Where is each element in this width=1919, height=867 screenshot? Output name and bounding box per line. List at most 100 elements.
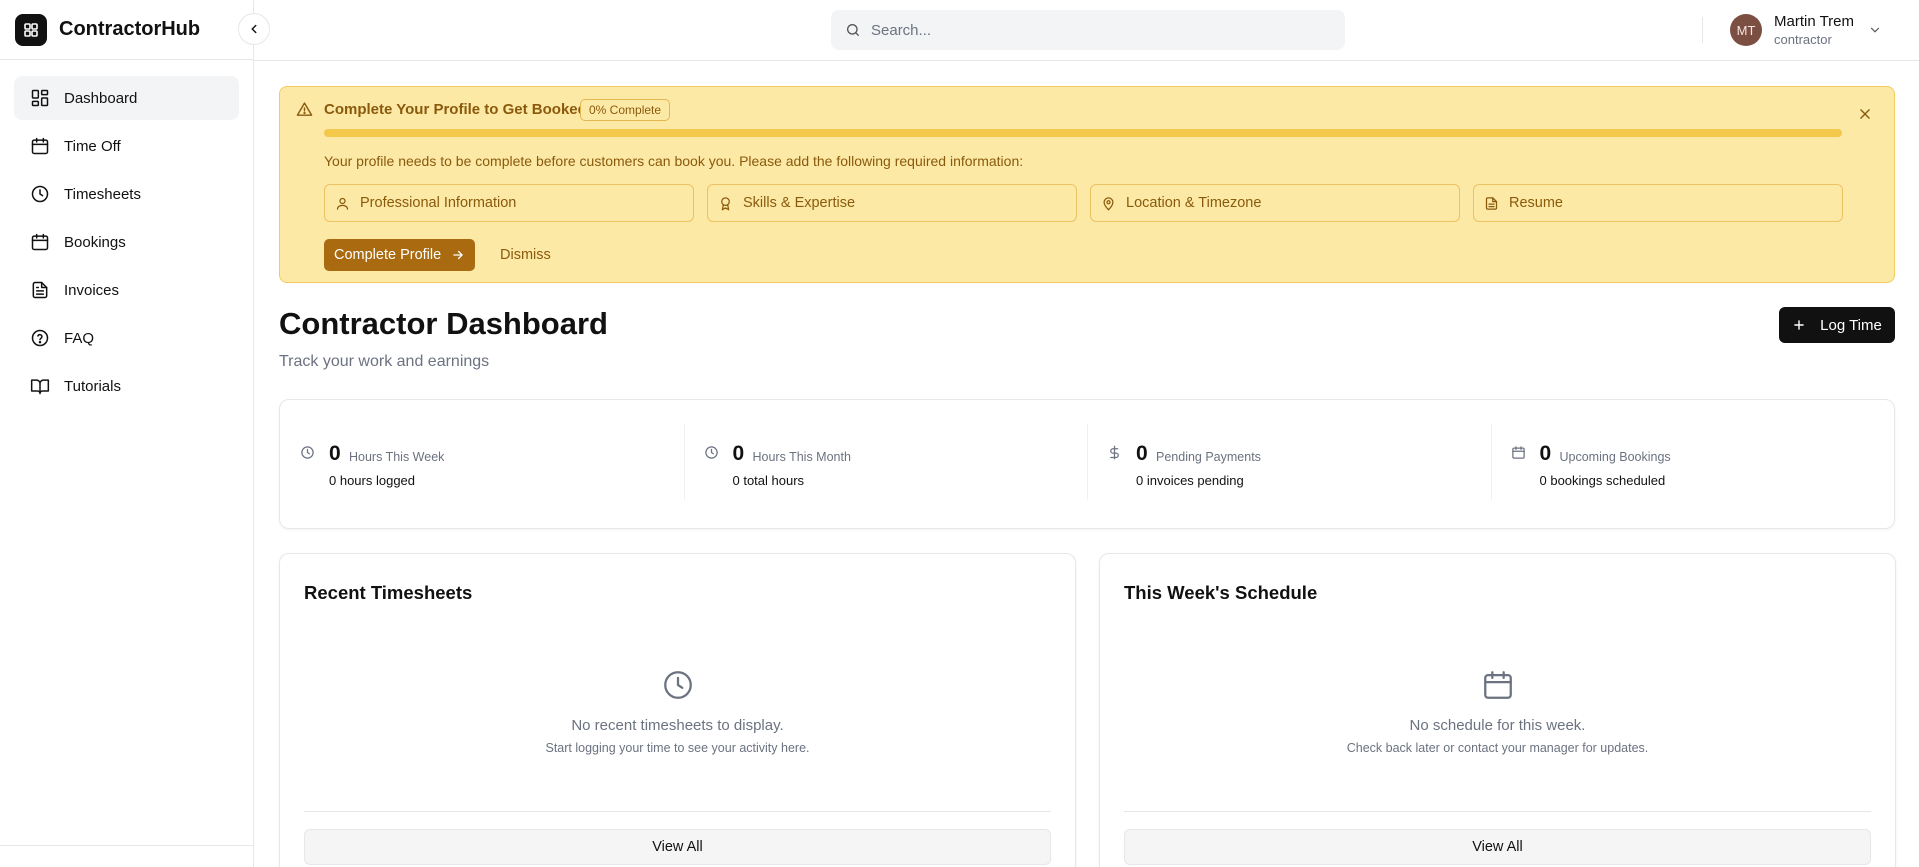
sidebar-item-label: Tutorials: [64, 377, 121, 395]
stat-label: Upcoming Bookings: [1559, 450, 1671, 464]
calendar-icon: [31, 137, 49, 155]
banner-title: Complete Your Profile to Get Booked: [324, 101, 587, 118]
user-menu[interactable]: MT Martin Trem contractor: [1730, 13, 1882, 47]
plus-icon: [1794, 320, 1804, 330]
sidebar-item-dashboard[interactable]: Dashboard: [14, 76, 239, 120]
completion-badge: 0% Complete: [580, 99, 671, 121]
stat-hours-month: 0 Hours This Month 0 total hours: [683, 400, 1088, 528]
stat-value: 0: [1539, 442, 1552, 465]
requirement-location-timezone[interactable]: Location & Timezone: [1090, 184, 1460, 222]
page-subtitle: Track your work and earnings: [279, 353, 490, 370]
sidebar-item-timesheets[interactable]: Timesheets: [14, 172, 239, 216]
stat-upcoming-bookings: 0 Upcoming Bookings 0 bookings scheduled: [1490, 400, 1895, 528]
requirement-label: Professional Information: [360, 195, 517, 211]
stat-subtext: 0 bookings scheduled: [1539, 473, 1666, 488]
stat-subtext: 0 hours logged: [329, 473, 416, 488]
requirement-professional-information[interactable]: Professional Information: [324, 184, 694, 222]
stat-label: Pending Payments: [1156, 450, 1261, 464]
empty-state-title: No recent timesheets to display.: [571, 717, 784, 734]
sidebar-item-time-off[interactable]: Time Off: [14, 124, 239, 168]
recent-timesheets-card: Recent Timesheets No recent timesheets t…: [279, 553, 1076, 867]
calendar-icon: [31, 233, 49, 251]
log-time-button[interactable]: Log Time: [1779, 307, 1895, 343]
top-header: MT Martin Trem contractor: [254, 0, 1919, 61]
file-text-icon: [32, 281, 48, 299]
requirements-list: Professional Information Skills & Expert…: [324, 184, 1843, 222]
sidebar-item-faq[interactable]: FAQ: [14, 316, 239, 360]
stat-label: Hours This Week: [349, 450, 445, 464]
log-time-label: Log Time: [1820, 316, 1882, 334]
empty-state-title: No schedule for this week.: [1409, 717, 1586, 734]
clock-icon: [301, 446, 314, 459]
search-icon: [847, 24, 859, 36]
stat-subtext: 0 invoices pending: [1136, 473, 1244, 488]
warning-icon: [296, 102, 313, 116]
clock-icon: [663, 671, 692, 699]
sidebar-item-label: Time Off: [64, 137, 121, 155]
sidebar-item-label: Invoices: [64, 281, 120, 299]
card-divider: [304, 811, 1051, 812]
collapse-sidebar-button[interactable]: [238, 13, 270, 45]
app-name: ContractorHub: [59, 18, 201, 40]
sidebar-item-label: Bookings: [64, 233, 126, 251]
sidebar-nav: Dashboard Time Off Timesheets Bookings I…: [0, 60, 253, 428]
stat-value: 0: [732, 442, 745, 465]
book-open-icon: [30, 379, 50, 395]
requirement-label: Skills & Expertise: [743, 195, 856, 211]
sidebar: ContractorHub Dashboard Time Off Timeshe…: [0, 0, 254, 867]
stat-pending-payments: 0 Pending Payments 0 invoices pending: [1087, 400, 1491, 528]
view-all-schedule-button[interactable]: View All: [1124, 829, 1871, 865]
file-text-icon: [1485, 196, 1498, 210]
card-divider: [1124, 811, 1871, 812]
arrow-right-icon: [453, 250, 464, 260]
app-logo-icon: [15, 13, 47, 46]
sidebar-item-invoices[interactable]: Invoices: [14, 268, 239, 312]
complete-profile-button[interactable]: Complete Profile: [324, 239, 476, 271]
sidebar-item-label: Timesheets: [64, 185, 141, 203]
card-title: Recent Timesheets: [304, 582, 473, 603]
user-role: contractor: [1774, 32, 1832, 47]
sidebar-item-bookings[interactable]: Bookings: [14, 220, 239, 264]
sidebar-item-label: Dashboard: [64, 89, 138, 107]
header-divider: [1702, 17, 1703, 43]
requirement-skills-expertise[interactable]: Skills & Expertise: [707, 184, 1077, 222]
chevron-left-icon: [251, 24, 257, 34]
award-icon: [721, 196, 730, 210]
chevron-down-icon: [1870, 27, 1880, 33]
view-all-timesheets-button[interactable]: View All: [304, 829, 1051, 865]
search-input[interactable]: [871, 21, 1311, 39]
complete-profile-label: Complete Profile: [334, 247, 442, 263]
stat-value: 0: [1136, 442, 1148, 465]
sidebar-footer-divider: [0, 845, 254, 846]
sidebar-item-label: FAQ: [64, 329, 95, 347]
dashboard-icon: [31, 89, 49, 107]
empty-state-subtitle: Start logging your time to see your acti…: [545, 741, 810, 755]
stats-panel: 0 Hours This Week 0 hours logged 0 Hours…: [279, 399, 1895, 529]
banner-message: Your profile needs to be complete before…: [324, 153, 1024, 169]
stat-hours-week: 0 Hours This Week 0 hours logged: [280, 400, 684, 528]
dismiss-button[interactable]: Dismiss: [500, 239, 551, 271]
stat-subtext: 0 total hours: [732, 473, 805, 488]
map-pin-icon: [1103, 196, 1114, 211]
search-box[interactable]: [831, 10, 1345, 50]
brand[interactable]: ContractorHub: [0, 0, 253, 60]
empty-state-subtitle: Check back later or contact your manager…: [1346, 741, 1649, 755]
close-icon[interactable]: [1858, 107, 1872, 121]
stat-value: 0: [329, 442, 341, 465]
requirement-label: Location & Timezone: [1126, 195, 1262, 211]
profile-completion-banner: Complete Your Profile to Get Booked 0% C…: [279, 86, 1895, 283]
page-title: Contractor Dashboard: [279, 306, 608, 341]
user-icon: [336, 197, 349, 210]
sidebar-item-tutorials[interactable]: Tutorials: [14, 364, 239, 408]
clock-icon: [31, 185, 49, 203]
dollar-icon: [1110, 445, 1119, 460]
clock-icon: [704, 446, 718, 459]
weekly-schedule-card: This Week's Schedule No schedule for thi…: [1099, 553, 1896, 867]
requirement-label: Resume: [1509, 195, 1563, 211]
stat-label: Hours This Month: [752, 450, 851, 464]
help-circle-icon: [31, 329, 49, 347]
requirement-resume[interactable]: Resume: [1473, 184, 1843, 222]
card-title: This Week's Schedule: [1124, 582, 1318, 603]
profile-progress-bar: [324, 129, 1842, 137]
calendar-icon: [1511, 446, 1525, 459]
